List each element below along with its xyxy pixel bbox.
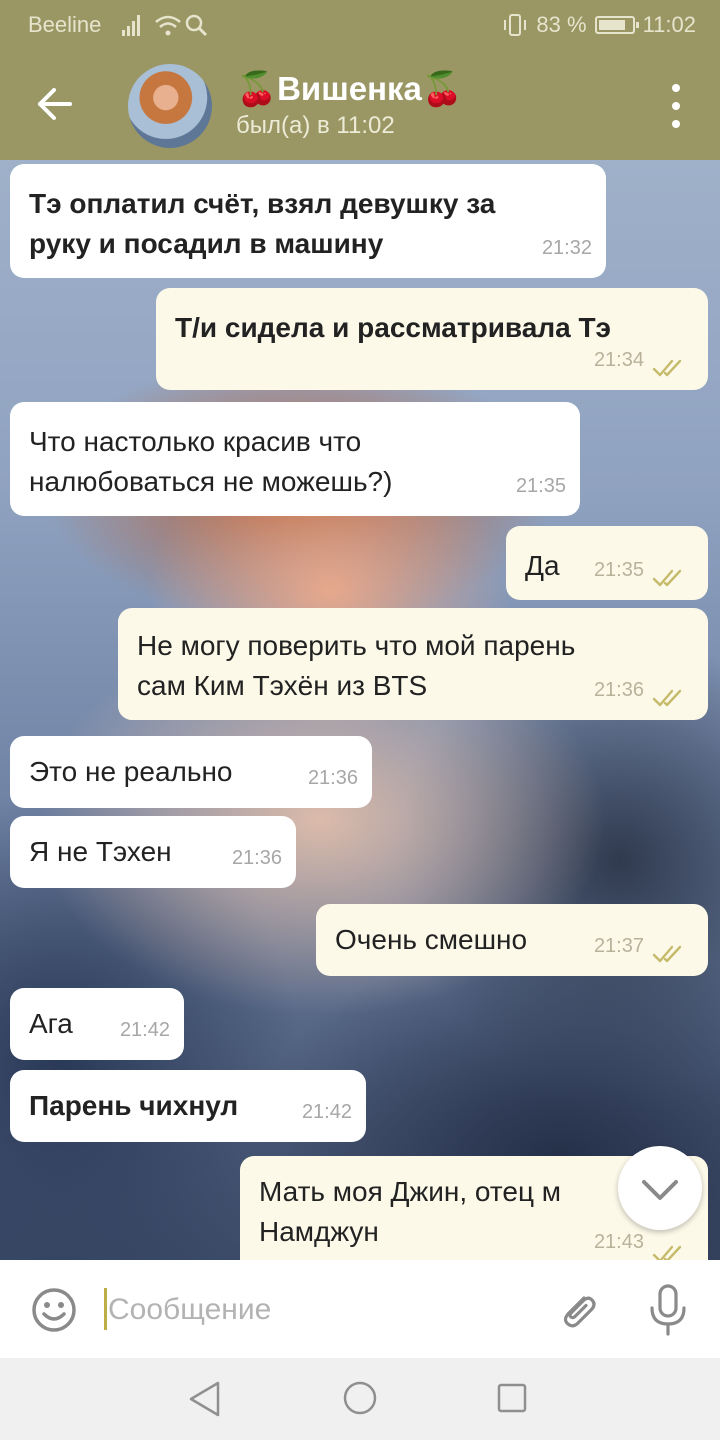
message-time: 21:37 xyxy=(593,935,644,957)
microphone-icon[interactable] xyxy=(646,1282,690,1338)
message-bubble[interactable]: Парень чихнул 21:42 xyxy=(10,1070,366,1142)
battery-icon xyxy=(594,16,639,34)
nav-recents-icon[interactable] xyxy=(496,1382,528,1414)
nav-back-icon[interactable] xyxy=(188,1380,222,1418)
double-check-icon xyxy=(652,359,682,377)
message-text: Не могу поверить что мой парень сам Ким … xyxy=(137,630,576,701)
message-text: Я не Тэхен xyxy=(29,836,172,867)
message-bubble[interactable]: Да 21:35 xyxy=(506,526,708,600)
last-seen-status: был(а) в 11:02 xyxy=(236,112,395,139)
message-text: Это не реально xyxy=(29,756,233,787)
cherry-emoji: 🍒 xyxy=(421,70,463,107)
message-bubble[interactable]: Я не Тэхен 21:36 xyxy=(10,816,296,888)
chat-header: 🍒Вишенка🍒 был(а) в 11:02 xyxy=(0,48,720,160)
status-right: 83 % 11:02 xyxy=(502,12,696,38)
message-text: Т/и сидела и рассматривала Тэ xyxy=(175,312,612,343)
message-text: Очень смешно xyxy=(335,924,528,955)
message-bubble[interactable]: Очень смешно 21:37 xyxy=(316,904,708,976)
more-vertical-icon[interactable] xyxy=(668,84,684,128)
vibrate-icon xyxy=(504,14,527,36)
message-text: Парень чихнул xyxy=(29,1090,239,1121)
message-bubble[interactable]: Тэ оплатил счёт, взял девушку за руку и … xyxy=(10,164,606,278)
message-bubble[interactable]: Что настолько красив что налюбоваться не… xyxy=(10,402,580,516)
message-text: Тэ оплатил счёт, взял девушку за руку и … xyxy=(29,188,496,259)
double-check-icon xyxy=(652,945,682,963)
battery-percent: 83 % xyxy=(536,12,587,37)
back-arrow-icon[interactable] xyxy=(30,82,78,126)
emoji-icon[interactable] xyxy=(30,1286,78,1334)
message-time: 21:32 xyxy=(541,237,592,259)
message-input[interactable] xyxy=(108,1290,528,1330)
avatar[interactable] xyxy=(128,64,212,148)
message-time: 21:36 xyxy=(231,847,282,869)
nav-home-icon[interactable] xyxy=(342,1380,378,1416)
message-bubble[interactable]: Т/и сидела и рассматривала Тэ 21:34 xyxy=(156,288,708,390)
message-bubble[interactable]: Ага 21:42 xyxy=(10,988,184,1060)
message-time: 21:35 xyxy=(515,475,566,497)
cherry-emoji: 🍒 xyxy=(236,70,278,107)
signal-wifi-search-icons xyxy=(122,14,208,37)
message-time: 21:42 xyxy=(119,1019,170,1041)
carrier-name: Beeline xyxy=(28,12,102,37)
message-time: 21:42 xyxy=(301,1101,352,1123)
message-text: Мать моя Джин, отец м Намджун xyxy=(259,1176,562,1247)
message-text: Что настолько красив что налюбоваться не… xyxy=(29,426,393,497)
double-check-icon xyxy=(652,569,682,587)
message-time: 21:36 xyxy=(593,679,644,701)
message-bubble[interactable]: Не могу поверить что мой парень сам Ким … xyxy=(118,608,708,720)
clock: 11:02 xyxy=(642,12,696,37)
scroll-down-button[interactable] xyxy=(618,1146,702,1230)
system-nav-bar xyxy=(0,1358,720,1440)
chat-title[interactable]: 🍒Вишенка🍒 xyxy=(236,70,463,109)
chevron-down-icon xyxy=(642,1180,678,1200)
chat-name: Вишенка xyxy=(277,70,422,107)
message-time: 21:36 xyxy=(307,767,358,789)
text-caret xyxy=(104,1288,107,1330)
double-check-icon xyxy=(652,689,682,707)
message-time: 21:34 xyxy=(593,349,644,371)
message-text: Да xyxy=(525,550,560,581)
message-time: 21:35 xyxy=(593,559,644,581)
composer-bar xyxy=(0,1260,720,1358)
message-text: Ага xyxy=(29,1008,73,1039)
message-bubble[interactable]: Это не реально 21:36 xyxy=(10,736,372,808)
paperclip-icon[interactable] xyxy=(554,1286,602,1334)
status-bar: Beeline 83 % 11:02 xyxy=(0,0,720,48)
